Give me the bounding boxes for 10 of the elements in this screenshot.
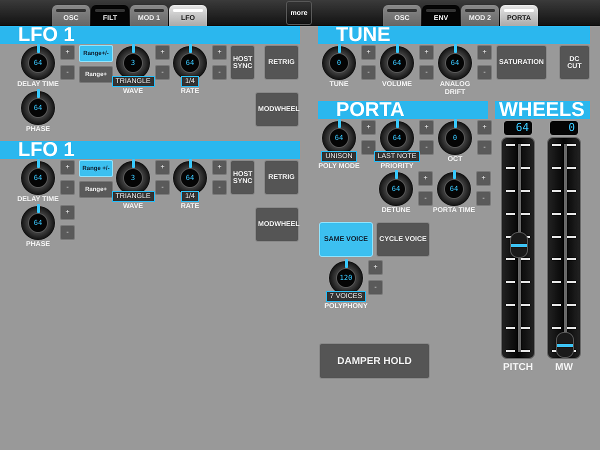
section-header: LFO 1 [0, 26, 300, 44]
section-header: TUNE [318, 26, 590, 44]
value-display: 64 [504, 121, 532, 135]
wheel-label: PITCH [503, 362, 533, 373]
section-header: LFO 1 [0, 141, 300, 159]
wheel-label: MW [555, 362, 573, 373]
section-header: WHEELS [495, 101, 590, 119]
value-display: 0 [550, 121, 578, 135]
damper-hold-button[interactable]: DAMPER HOLD [319, 343, 430, 379]
section-header: PORTA [318, 101, 488, 119]
